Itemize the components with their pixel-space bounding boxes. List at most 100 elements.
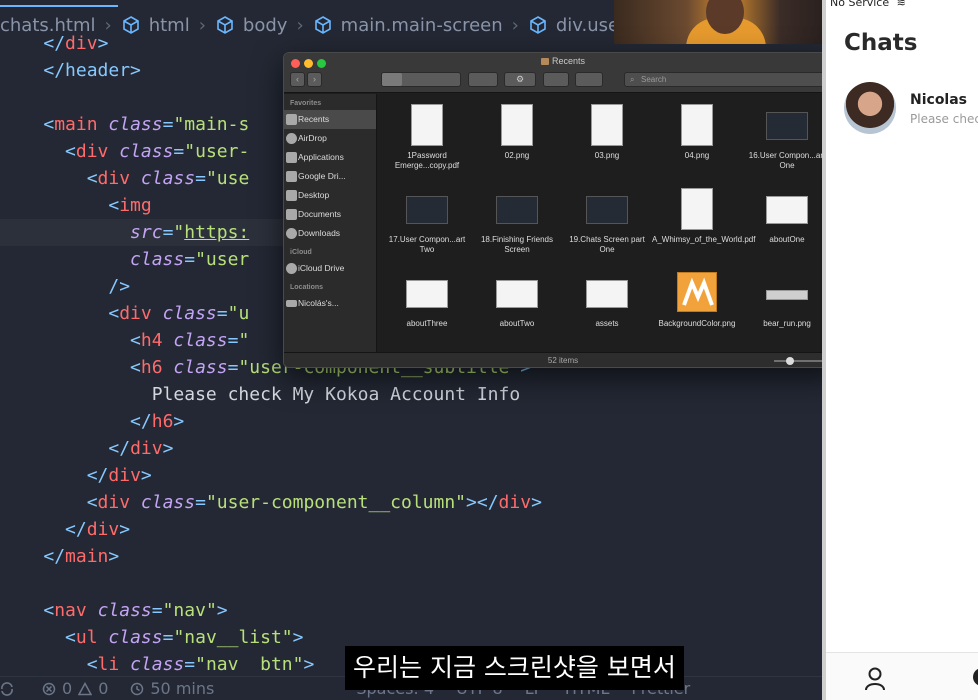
code-line: </main> <box>43 546 120 567</box>
file-item[interactable]: assets <box>562 266 652 350</box>
code-tag: div <box>97 492 131 513</box>
icon-view-icon[interactable] <box>382 73 402 86</box>
file-item[interactable]: 19.Chats Screen part One <box>562 182 652 266</box>
code-attr: class <box>173 357 228 378</box>
problems-status[interactable]: 0 0 <box>42 679 108 698</box>
sidebar-item-label: Applications <box>298 152 344 162</box>
sidebar-item-downloads[interactable]: Downloads <box>284 224 376 243</box>
sidebar-item-label: Nicolás's... <box>298 298 339 308</box>
code-attr: class <box>130 249 185 270</box>
item-count: 52 items <box>547 356 579 365</box>
sync-status[interactable] <box>0 681 20 696</box>
time-value: 50 mins <box>150 679 215 698</box>
finder-file-grid[interactable]: 1Password Emerge...copy.pdf 02.png 03.png 0… <box>378 94 834 352</box>
code-tag: h4 <box>140 330 163 351</box>
file-thumbnail <box>677 272 717 312</box>
code-string: "nav__list" <box>173 627 293 648</box>
airdrop-icon <box>286 133 297 144</box>
user-icon[interactable] <box>864 667 886 691</box>
group-button[interactable] <box>468 72 498 87</box>
file-item[interactable]: 04.png <box>652 98 742 182</box>
file-item[interactable]: 02.png <box>472 98 562 182</box>
code-string: "user-component__column" <box>205 492 467 513</box>
clock-icon <box>286 114 297 125</box>
carrier-label: No Service <box>830 0 890 9</box>
file-item[interactable]: 16.User Compon...art One <box>742 98 832 182</box>
sidebar-item-label: Downloads <box>298 228 341 238</box>
file-thumbnail <box>496 196 538 224</box>
sidebar-item-icloud-drive[interactable]: iCloud Drive <box>284 259 376 278</box>
sidebar-header-icloud: iCloud <box>290 249 312 256</box>
file-name: assets <box>595 319 619 328</box>
file-item[interactable]: 03.png <box>562 98 652 182</box>
code-link[interactable]: https: <box>184 222 249 243</box>
code-tag: ul <box>75 627 98 648</box>
back-button[interactable]: ‹ <box>290 72 305 87</box>
sidebar-item-google-drive[interactable]: Google Dri... <box>284 167 376 186</box>
code-string: "nav btn" <box>195 654 304 675</box>
chat-bubble-icon[interactable] <box>970 667 978 691</box>
view-mode-segment[interactable] <box>381 72 461 87</box>
sidebar-item-label: Documents <box>298 209 341 219</box>
sidebar-item-recents[interactable]: Recents <box>284 110 376 129</box>
user-name: Nicolas <box>910 92 968 108</box>
file-name: 19.Chats Screen part One <box>569 235 645 254</box>
bottom-nav <box>826 652 978 700</box>
code-attr: class <box>173 330 228 351</box>
code-attr: class <box>108 114 163 135</box>
finder-search-input[interactable]: ⌕ Search <box>624 72 835 87</box>
active-tab-indicator <box>0 5 118 7</box>
code-tag: div <box>119 303 152 324</box>
sync-icon <box>1 681 13 696</box>
action-gear-button[interactable]: ⚙ <box>504 72 536 87</box>
finder-toolbar: Recents ‹ › ⚙ ⌕ Search <box>284 53 840 93</box>
file-item[interactable]: aboutOne <box>742 182 832 266</box>
file-thumbnail <box>766 290 808 300</box>
sidebar-item-applications[interactable]: Applications <box>284 148 376 167</box>
code-string: "nav" <box>162 600 217 621</box>
avatar[interactable] <box>844 82 896 134</box>
sidebar-header-favorites: Favorites <box>290 100 322 107</box>
file-item[interactable]: bear_run.png <box>742 266 832 350</box>
file-item[interactable]: 1Password Emerge...copy.pdf <box>382 98 472 182</box>
code-line: <div class="user-component__column"></di… <box>86 492 542 513</box>
sidebar-item-airdrop[interactable]: AirDrop <box>284 129 376 148</box>
sidebar-header-locations: Locations <box>290 284 324 291</box>
sidebar-item-desktop[interactable]: Desktop <box>284 186 376 205</box>
sidebar-item-label: iCloud Drive <box>298 263 345 273</box>
file-item[interactable]: 17.User Compon...art Two <box>382 182 472 266</box>
file-item[interactable]: aboutTwo <box>472 266 562 350</box>
sidebar-item-label: Google Dri... <box>298 171 346 181</box>
file-item[interactable]: A_Whimsy_of_the_World.pdf <box>652 182 755 266</box>
folder-icon <box>286 171 297 182</box>
code-string: "user <box>195 249 250 270</box>
file-item[interactable]: BackgroundColor.png <box>652 266 742 350</box>
file-item[interactable]: aboutThree <box>382 266 472 350</box>
code-tag: div <box>97 168 131 189</box>
error-count: 0 <box>62 679 73 698</box>
file-thumbnail <box>501 104 533 146</box>
finder-title: Recents <box>284 56 840 66</box>
file-name: 04.png <box>684 151 710 160</box>
tags-button[interactable] <box>575 72 603 87</box>
sidebar-item-documents[interactable]: Documents <box>284 205 376 224</box>
sidebar-item-computer[interactable]: Nicolás's... <box>284 294 376 313</box>
slider-knob[interactable] <box>786 357 794 365</box>
code-attr: class <box>140 168 196 189</box>
time-tracker[interactable]: 50 mins <box>130 679 214 698</box>
file-name: 1Password Emerge...copy.pdf <box>394 151 460 170</box>
finder-window[interactable]: Recents ‹ › ⚙ ⌕ Search Favorites Recents… <box>283 52 841 368</box>
file-name: BackgroundColor.png <box>658 319 736 328</box>
history-icon <box>131 682 144 695</box>
file-item[interactable]: 18.Finishing Friends Screen <box>472 182 562 266</box>
code-tag: main <box>54 114 98 135</box>
sidebar-item-label: Desktop <box>298 190 330 200</box>
share-button[interactable] <box>543 72 569 87</box>
file-name: 03.png <box>594 151 620 160</box>
forward-button[interactable]: › <box>307 72 322 87</box>
code-tag: img <box>119 195 152 216</box>
file-thumbnail <box>411 104 443 146</box>
cloud-icon <box>286 263 297 274</box>
code-line: </div> <box>86 465 152 486</box>
code-attr: class <box>162 303 217 324</box>
